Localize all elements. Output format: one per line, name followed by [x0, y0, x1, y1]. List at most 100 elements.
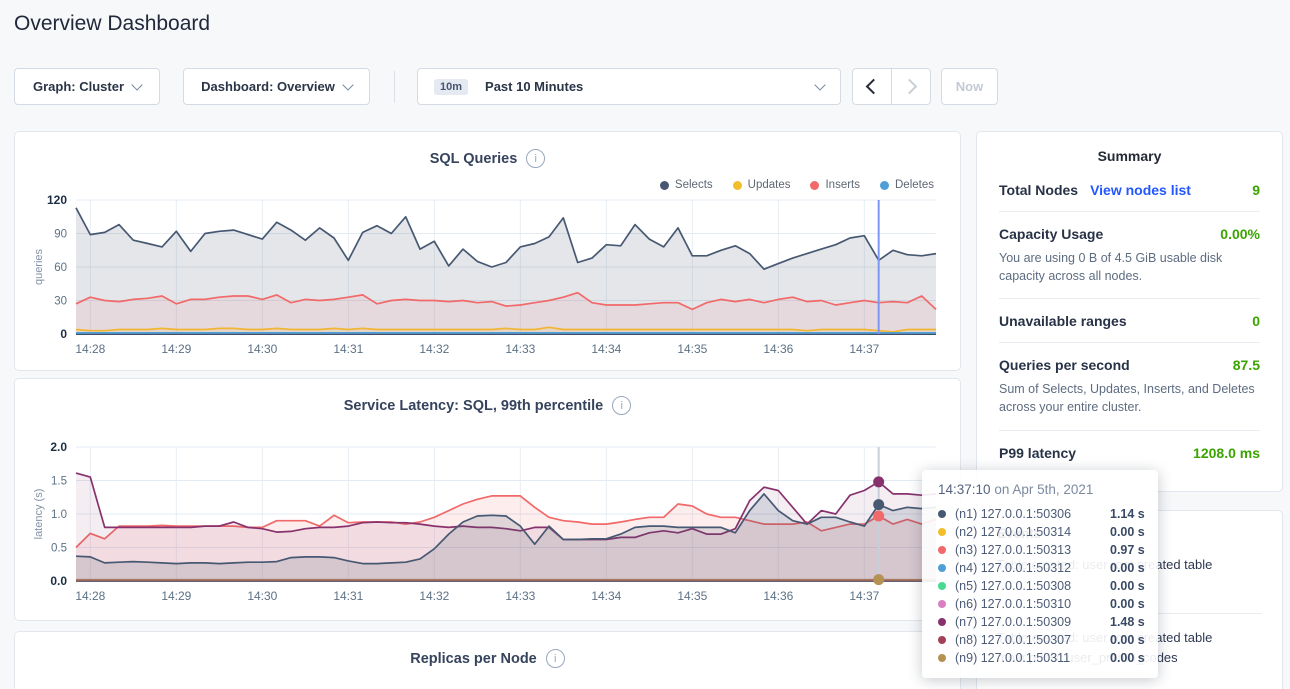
tooltip-node-row: (n3) 127.0.0.1:50313 0.97 s — [938, 541, 1146, 559]
summary-row: P99 latency 1208.0 ms — [999, 430, 1260, 474]
summary-row: Total Nodes View nodes list 9 — [999, 168, 1260, 211]
summary-metric-value: 1208.0 ms — [1193, 445, 1260, 461]
svg-text:14:32: 14:32 — [419, 589, 449, 603]
summary-panel: Summary Total Nodes View nodes list 9 Ca… — [976, 131, 1283, 492]
dashboard-selector-label: Dashboard: Overview — [201, 79, 335, 94]
page-title: Overview Dashboard — [14, 12, 210, 36]
replicas-per-node-panel: Replicas per Node i — [14, 631, 961, 689]
node-color-dot-icon — [938, 528, 946, 536]
node-color-dot-icon — [938, 564, 946, 572]
svg-text:120: 120 — [47, 193, 67, 207]
svg-text:14:29: 14:29 — [161, 342, 191, 356]
chevron-down-icon — [814, 79, 825, 90]
svg-text:14:31: 14:31 — [333, 342, 363, 356]
svg-text:14:28: 14:28 — [75, 589, 105, 603]
node-color-dot-icon — [938, 618, 946, 626]
chart-hover-tooltip: 14:37:10 on Apr 5th, 2021 (n1) 127.0.0.1… — [922, 470, 1158, 678]
view-nodes-list-link[interactable]: View nodes list — [1090, 182, 1191, 198]
svg-text:14:34: 14:34 — [591, 342, 621, 356]
svg-text:60: 60 — [54, 262, 67, 274]
tooltip-node-row: (n9) 127.0.0.1:50311 0.00 s — [938, 649, 1146, 667]
graph-selector-dropdown[interactable]: Graph: Cluster — [14, 68, 160, 105]
chevron-right-icon — [902, 79, 918, 95]
summary-metric-label: Unavailable ranges — [999, 313, 1127, 329]
service-latency-chart[interactable]: 14:28 14:29 14:30 14:31 14:32 14:33 14:34 14:35… — [15, 379, 960, 620]
time-range-badge: 10m — [434, 79, 468, 95]
svg-text:14:30: 14:30 — [247, 342, 277, 356]
node-color-dot-icon — [938, 654, 946, 662]
service-latency-panel: Service Latency: SQL, 99th percentile i … — [14, 378, 961, 621]
time-range-label: Past 10 Minutes — [485, 79, 583, 94]
chevron-down-icon — [342, 79, 353, 90]
summary-metric-label: Queries per second — [999, 357, 1130, 373]
tooltip-node-row: (n2) 127.0.0.1:50314 0.00 s — [938, 523, 1146, 541]
svg-text:14:30: 14:30 — [247, 589, 277, 603]
svg-text:latency (s): latency (s) — [33, 489, 45, 540]
svg-text:14:35: 14:35 — [677, 342, 707, 356]
toolbar-divider — [394, 71, 395, 103]
svg-text:90: 90 — [54, 229, 67, 241]
svg-text:14:28: 14:28 — [75, 342, 105, 356]
svg-text:14:37: 14:37 — [849, 342, 879, 356]
svg-text:14:33: 14:33 — [505, 589, 535, 603]
summary-metric-value: 9 — [1252, 182, 1260, 198]
chevron-left-icon — [866, 79, 882, 95]
svg-text:14:36: 14:36 — [763, 589, 793, 603]
dashboard-selector-dropdown[interactable]: Dashboard: Overview — [183, 68, 370, 105]
summary-title: Summary — [977, 132, 1282, 168]
svg-text:1.0: 1.0 — [51, 509, 67, 521]
summary-row: Capacity Usage 0.00% You are using 0 B o… — [999, 211, 1260, 298]
tooltip-node-row: (n5) 127.0.0.1:50308 0.00 s — [938, 577, 1146, 595]
overview-dashboard-page: Overview Dashboard Graph: Cluster Dashbo… — [0, 0, 1290, 689]
svg-text:0.0: 0.0 — [50, 574, 67, 588]
svg-text:0.5: 0.5 — [51, 543, 67, 555]
node-color-dot-icon — [938, 546, 946, 554]
svg-text:14:31: 14:31 — [333, 589, 363, 603]
svg-text:0: 0 — [60, 327, 67, 341]
tooltip-node-row: (n1) 127.0.0.1:50306 1.14 s — [938, 505, 1146, 523]
time-next-button[interactable] — [891, 68, 931, 105]
tooltip-node-rows: (n1) 127.0.0.1:50306 1.14 s (n2) 127.0.0… — [938, 505, 1146, 667]
tooltip-node-row: (n6) 127.0.0.1:50310 0.00 s — [938, 595, 1146, 613]
time-range-dropdown[interactable]: 10m Past 10 Minutes — [417, 68, 841, 105]
summary-metric-value: 0.00% — [1220, 226, 1260, 242]
svg-text:14:29: 14:29 — [161, 589, 191, 603]
info-icon[interactable]: i — [546, 649, 565, 668]
node-color-dot-icon — [938, 600, 946, 608]
tooltip-node-row: (n4) 127.0.0.1:50312 0.00 s — [938, 559, 1146, 577]
summary-rows: Total Nodes View nodes list 9 Capacity U… — [977, 168, 1282, 474]
node-color-dot-icon — [938, 636, 946, 644]
graph-selector-label: Graph: Cluster — [33, 79, 124, 94]
svg-text:14:35: 14:35 — [677, 589, 707, 603]
summary-metric-label: P99 latency — [999, 445, 1076, 461]
svg-text:14:33: 14:33 — [505, 342, 535, 356]
summary-metric-description: Sum of Selects, Updates, Inserts, and De… — [999, 380, 1260, 416]
chart-title-replicas-per-node: Replicas per Node i — [15, 649, 960, 668]
svg-text:1.5: 1.5 — [51, 476, 67, 488]
svg-text:14:32: 14:32 — [419, 342, 449, 356]
time-prev-button[interactable] — [852, 68, 892, 105]
sql-queries-chart[interactable]: 14:28 14:29 14:30 14:31 14:32 14:33 14:34 14:35… — [15, 132, 960, 370]
svg-text:14:34: 14:34 — [591, 589, 621, 603]
svg-text:14:36: 14:36 — [763, 342, 793, 356]
chevron-down-icon — [131, 79, 142, 90]
svg-text:queries: queries — [33, 248, 45, 285]
summary-row: Unavailable ranges 0 — [999, 298, 1260, 342]
tooltip-timestamp: 14:37:10 on Apr 5th, 2021 — [938, 482, 1146, 497]
summary-metric-description: You are using 0 B of 4.5 GiB usable disk… — [999, 249, 1260, 285]
sql-queries-panel: SQL Queries i Selects Updates Inserts De… — [14, 131, 961, 371]
node-color-dot-icon — [938, 510, 946, 518]
svg-text:30: 30 — [54, 296, 67, 308]
summary-metric-label: Capacity Usage — [999, 226, 1103, 242]
summary-metric-value: 87.5 — [1233, 357, 1260, 373]
now-button-label: Now — [956, 79, 983, 94]
now-button[interactable]: Now — [941, 68, 998, 105]
svg-text:14:37: 14:37 — [849, 589, 879, 603]
summary-metric-label: Total Nodes — [999, 182, 1078, 198]
svg-text:2.0: 2.0 — [50, 440, 67, 454]
node-color-dot-icon — [938, 582, 946, 590]
tooltip-node-row: (n8) 127.0.0.1:50307 0.00 s — [938, 631, 1146, 649]
summary-metric-value: 0 — [1252, 313, 1260, 329]
tooltip-node-row: (n7) 127.0.0.1:50309 1.48 s — [938, 613, 1146, 631]
summary-row: Queries per second 87.5 Sum of Selects, … — [999, 342, 1260, 429]
